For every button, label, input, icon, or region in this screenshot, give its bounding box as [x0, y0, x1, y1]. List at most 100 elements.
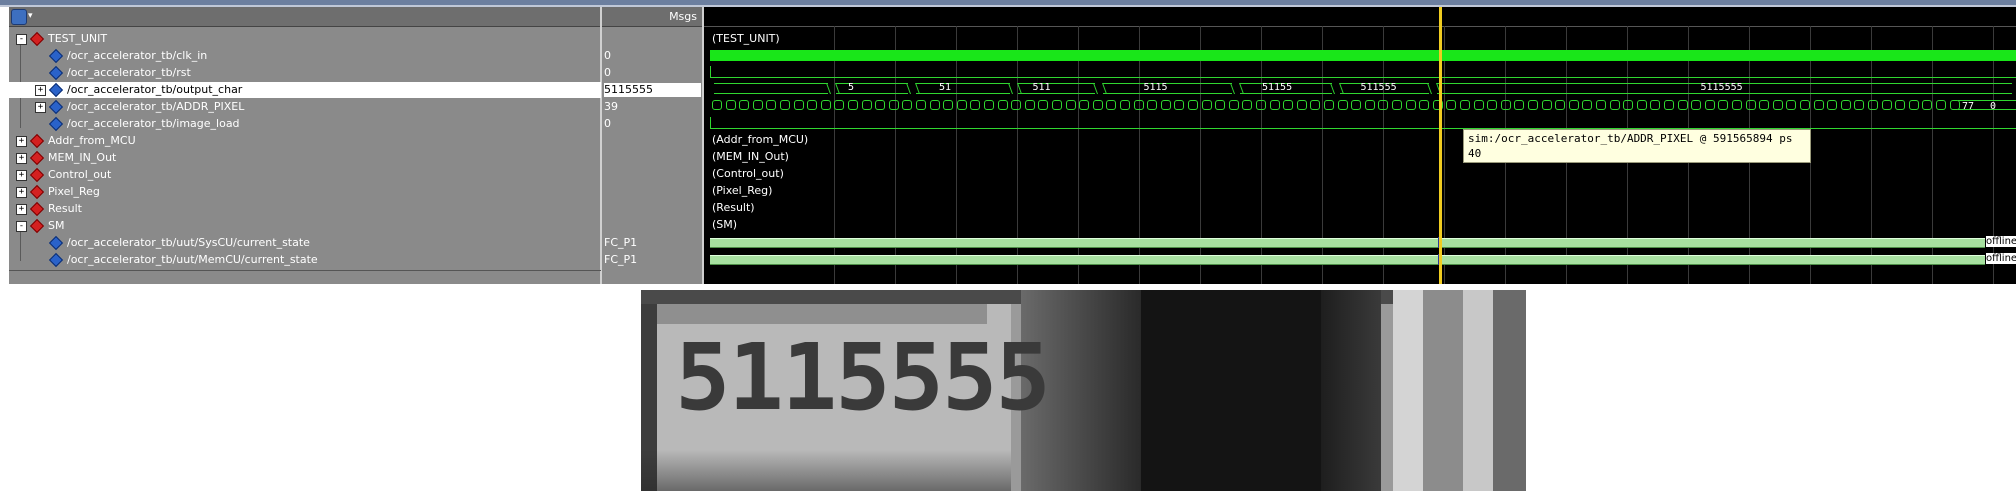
image-dark-gradient — [1321, 290, 1381, 491]
collapse-icon[interactable]: - — [16, 221, 27, 232]
signal-row[interactable]: + Pixel_Reg — [9, 184, 601, 200]
addr-segment — [902, 100, 912, 110]
signal-name: /ocr_accelerator_tb/rst — [67, 66, 191, 79]
addr-segment — [1610, 100, 1620, 110]
bus-edge — [714, 83, 828, 84]
expand-icon[interactable]: + — [16, 170, 27, 181]
signal-value: 39 — [604, 100, 618, 113]
addr-segment — [1678, 100, 1688, 110]
addr-segment — [1637, 100, 1647, 110]
addr-segment — [1270, 100, 1280, 110]
addr-segment — [1705, 100, 1715, 110]
addr-segment — [1338, 100, 1348, 110]
expand-icon[interactable]: + — [35, 102, 46, 113]
addr-segment — [1514, 100, 1524, 110]
signal-row[interactable]: /ocr_accelerator_tb/uut/SysCU/current_st… — [9, 235, 601, 251]
addr-segment — [970, 100, 980, 110]
addr-segment — [1406, 100, 1416, 110]
image-bottom-shade — [641, 450, 1011, 491]
rst-edge — [710, 66, 711, 77]
group-icon — [29, 133, 45, 149]
expand-icon[interactable]: + — [16, 204, 27, 215]
addr-segment — [1106, 100, 1116, 110]
addr-segment — [1596, 100, 1606, 110]
addr-segment — [1555, 100, 1565, 110]
group-label-sm: (SM) — [712, 218, 738, 231]
bus-edge — [916, 83, 1010, 84]
signal-row[interactable]: + Control_out — [9, 167, 601, 183]
addr-segment — [1419, 100, 1429, 110]
signal-row[interactable]: + /ocr_accelerator_tb/ADDR_PIXEL — [9, 99, 601, 115]
addr-segment — [1718, 100, 1728, 110]
signal-row[interactable]: /ocr_accelerator_tb/rst — [9, 65, 601, 81]
addr-segment — [1882, 100, 1892, 110]
signal-row[interactable]: - TEST_UNIT — [9, 31, 601, 47]
signal-name: /ocr_accelerator_tb/uut/MemCU/current_st… — [67, 253, 318, 266]
chevron-down-icon[interactable]: ▾ — [28, 11, 33, 21]
addr-segment — [1351, 100, 1361, 110]
addr-segment — [1460, 100, 1470, 110]
addr-segment — [1759, 100, 1769, 110]
signal-name: /ocr_accelerator_tb/image_load — [67, 117, 240, 130]
addr-segment — [1909, 100, 1919, 110]
pane-splitter-2[interactable] — [702, 7, 704, 284]
addr-segment — [1202, 100, 1212, 110]
addr-segment — [916, 100, 926, 110]
signal-row[interactable]: /ocr_accelerator_tb/image_load — [9, 116, 601, 132]
collapse-icon[interactable]: - — [16, 34, 27, 45]
image-right-stripe — [1493, 290, 1526, 491]
addr-segment — [780, 100, 790, 110]
addr-segment — [1800, 100, 1810, 110]
group-icon — [29, 31, 45, 47]
signal-icon — [48, 99, 64, 115]
rst-wave[interactable] — [710, 77, 2016, 78]
image-load-wave[interactable] — [710, 128, 2016, 129]
bus-edge — [836, 93, 908, 94]
bus-edge — [1018, 93, 1095, 94]
signal-row[interactable]: - SM — [9, 218, 601, 234]
signal-row[interactable]: + Addr_from_MCU — [9, 133, 601, 149]
wave-window-icon[interactable] — [11, 9, 27, 25]
addr-segment — [1501, 100, 1511, 110]
signal-row[interactable]: + Result — [9, 201, 601, 217]
signal-row[interactable]: + /ocr_accelerator_tb/output_char — [9, 82, 601, 98]
memcu-state-wave[interactable] — [710, 255, 1985, 265]
expand-icon[interactable]: + — [16, 153, 27, 164]
signal-name: TEST_UNIT — [48, 32, 108, 45]
addr-segment — [1854, 100, 1864, 110]
addr-segment — [1242, 100, 1252, 110]
signal-pane-header: ▾ — [9, 7, 601, 27]
group-label-pixel-reg: (Pixel_Reg) — [712, 184, 773, 197]
addr-segment — [1134, 100, 1144, 110]
addr-segment — [1691, 100, 1701, 110]
msgs-column-label: Msgs — [669, 10, 697, 23]
signal-icon — [48, 65, 64, 81]
addr-value-0: 0 — [1990, 101, 1997, 112]
syscu-state-wave[interactable] — [710, 238, 1985, 248]
addr-segment — [1868, 100, 1878, 110]
clk-in-wave[interactable] — [710, 50, 2016, 61]
addr-segment — [1120, 100, 1130, 110]
expand-icon[interactable]: + — [35, 85, 46, 96]
addr-segment — [1650, 100, 1660, 110]
addr-segment — [1066, 100, 1076, 110]
expand-icon[interactable]: + — [16, 187, 27, 198]
addr-segment — [726, 100, 736, 110]
signal-row[interactable]: /ocr_accelerator_tb/uut/MemCU/current_st… — [9, 252, 601, 268]
bus-value: 511555 — [1360, 82, 1397, 93]
signal-row[interactable]: + MEM_IN_Out — [9, 150, 601, 166]
signal-row[interactable]: /ocr_accelerator_tb/clk_in — [9, 48, 601, 64]
expand-icon[interactable]: + — [16, 136, 27, 147]
addr-segment — [1487, 100, 1497, 110]
addr-segment — [739, 100, 749, 110]
addr-segment — [794, 100, 804, 110]
addr-segment — [1582, 100, 1592, 110]
time-cursor[interactable] — [1439, 7, 1442, 284]
bus-edge — [714, 93, 828, 94]
image-load-edge — [710, 117, 711, 128]
addr-segment — [1446, 100, 1456, 110]
addr-segment — [1188, 100, 1198, 110]
addr-segment — [1542, 100, 1552, 110]
addr-segment — [1093, 100, 1103, 110]
addr-segment — [1773, 100, 1783, 110]
